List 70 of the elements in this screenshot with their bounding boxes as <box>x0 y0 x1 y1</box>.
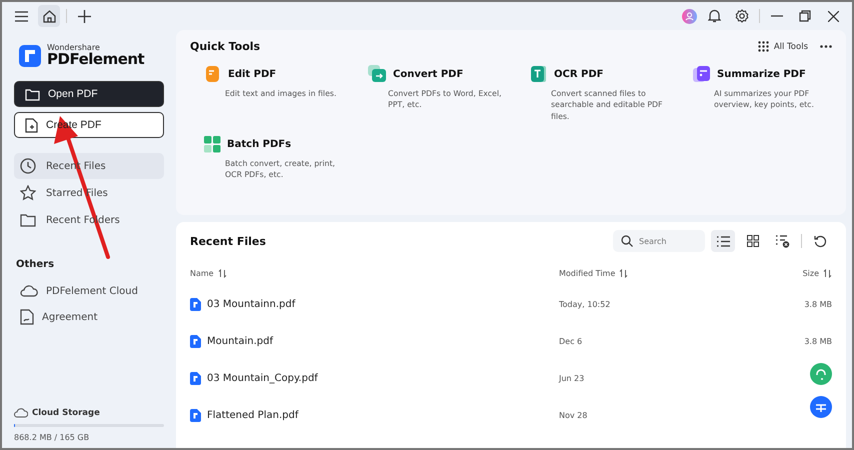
minimize-icon[interactable] <box>771 15 783 17</box>
column-header[interactable]: Modified Time <box>559 268 616 278</box>
file-size: 3.8 MB <box>804 337 832 346</box>
star-icon <box>20 185 36 201</box>
headset-icon <box>815 368 827 380</box>
pdf-file-icon <box>190 335 201 348</box>
plus-icon[interactable] <box>78 10 90 22</box>
brand-company: Wondershare <box>47 44 101 52</box>
file-name[interactable]: Flattened Plan.pdf <box>207 410 298 421</box>
file-name[interactable]: Mountain.pdf <box>207 336 273 347</box>
tool-title[interactable]: Convert PDF <box>393 68 464 80</box>
pdf-file-icon <box>190 372 201 385</box>
modified-time: Dec 6 <box>559 337 582 346</box>
grid-icon <box>758 41 769 52</box>
section-title: Others <box>16 259 56 270</box>
modified-time: Today, 10:52 <box>559 300 610 309</box>
file-name[interactable]: 03 Mountain_Copy.pdf <box>207 373 318 384</box>
storage-title: Cloud Storage <box>32 408 100 418</box>
column-header[interactable]: Size <box>802 268 819 278</box>
sort-icon[interactable] <box>823 268 832 278</box>
menu-icon[interactable] <box>14 10 28 22</box>
batch-icon <box>204 136 221 153</box>
search-icon <box>621 235 633 247</box>
tool-title[interactable]: Edit PDF <box>228 68 276 80</box>
sort-icon[interactable] <box>218 268 227 278</box>
pdf-file-icon <box>190 298 201 311</box>
cloud-icon <box>14 408 28 418</box>
sidebar-item[interactable]: Agreement <box>14 304 164 330</box>
tool-title[interactable]: Batch PDFs <box>227 138 292 150</box>
ocr-icon <box>530 65 548 83</box>
close-icon[interactable] <box>828 10 838 22</box>
brand-product: PDFelement <box>47 52 144 67</box>
clear-list-icon[interactable] <box>776 234 790 248</box>
file-size: 3.8 MB <box>804 300 832 309</box>
logo-icon <box>19 44 41 66</box>
cloud-icon <box>20 285 38 297</box>
column-header[interactable]: Name <box>190 268 214 278</box>
refresh-icon[interactable] <box>814 234 826 248</box>
panel-title: Quick Tools <box>190 40 260 53</box>
document-icon <box>20 309 34 325</box>
tool-title[interactable]: Summarize PDF <box>717 68 806 80</box>
restore-icon[interactable] <box>799 10 811 22</box>
home-tab[interactable] <box>38 5 60 27</box>
modified-time: Nov 28 <box>559 411 588 420</box>
all-tools-button[interactable]: All Tools <box>758 41 808 52</box>
folder-icon <box>20 213 36 227</box>
more-icon[interactable] <box>820 45 832 48</box>
tool-title[interactable]: OCR PDF <box>554 68 604 80</box>
sidebar-item[interactable]: PDFelement Cloud <box>14 278 164 304</box>
summarize-icon <box>693 65 711 83</box>
grid-icon <box>747 235 759 247</box>
folder-icon <box>25 88 40 100</box>
pdf-file-icon <box>190 409 201 422</box>
open-pdf-button[interactable]: Open PDF <box>14 81 164 107</box>
edit-icon <box>204 65 222 83</box>
sort-icon[interactable] <box>619 268 628 278</box>
storage-usage: 868.2 MB / 165 GB <box>14 433 90 442</box>
panel-title: Recent Files <box>190 234 266 248</box>
avatar-icon[interactable] <box>682 8 697 24</box>
bell-icon[interactable] <box>708 9 720 23</box>
search-field[interactable]: Search <box>613 230 705 252</box>
file-name[interactable]: 03 Mountainn.pdf <box>207 299 296 310</box>
new-file-icon <box>25 118 38 132</box>
list-icon <box>716 236 730 246</box>
home-icon <box>42 10 56 22</box>
clock-icon <box>20 158 36 174</box>
settings-icon[interactable] <box>735 9 749 23</box>
list-view-button[interactable] <box>711 230 735 252</box>
convert-icon <box>367 65 387 83</box>
modified-time: Jun 23 <box>559 374 584 383</box>
